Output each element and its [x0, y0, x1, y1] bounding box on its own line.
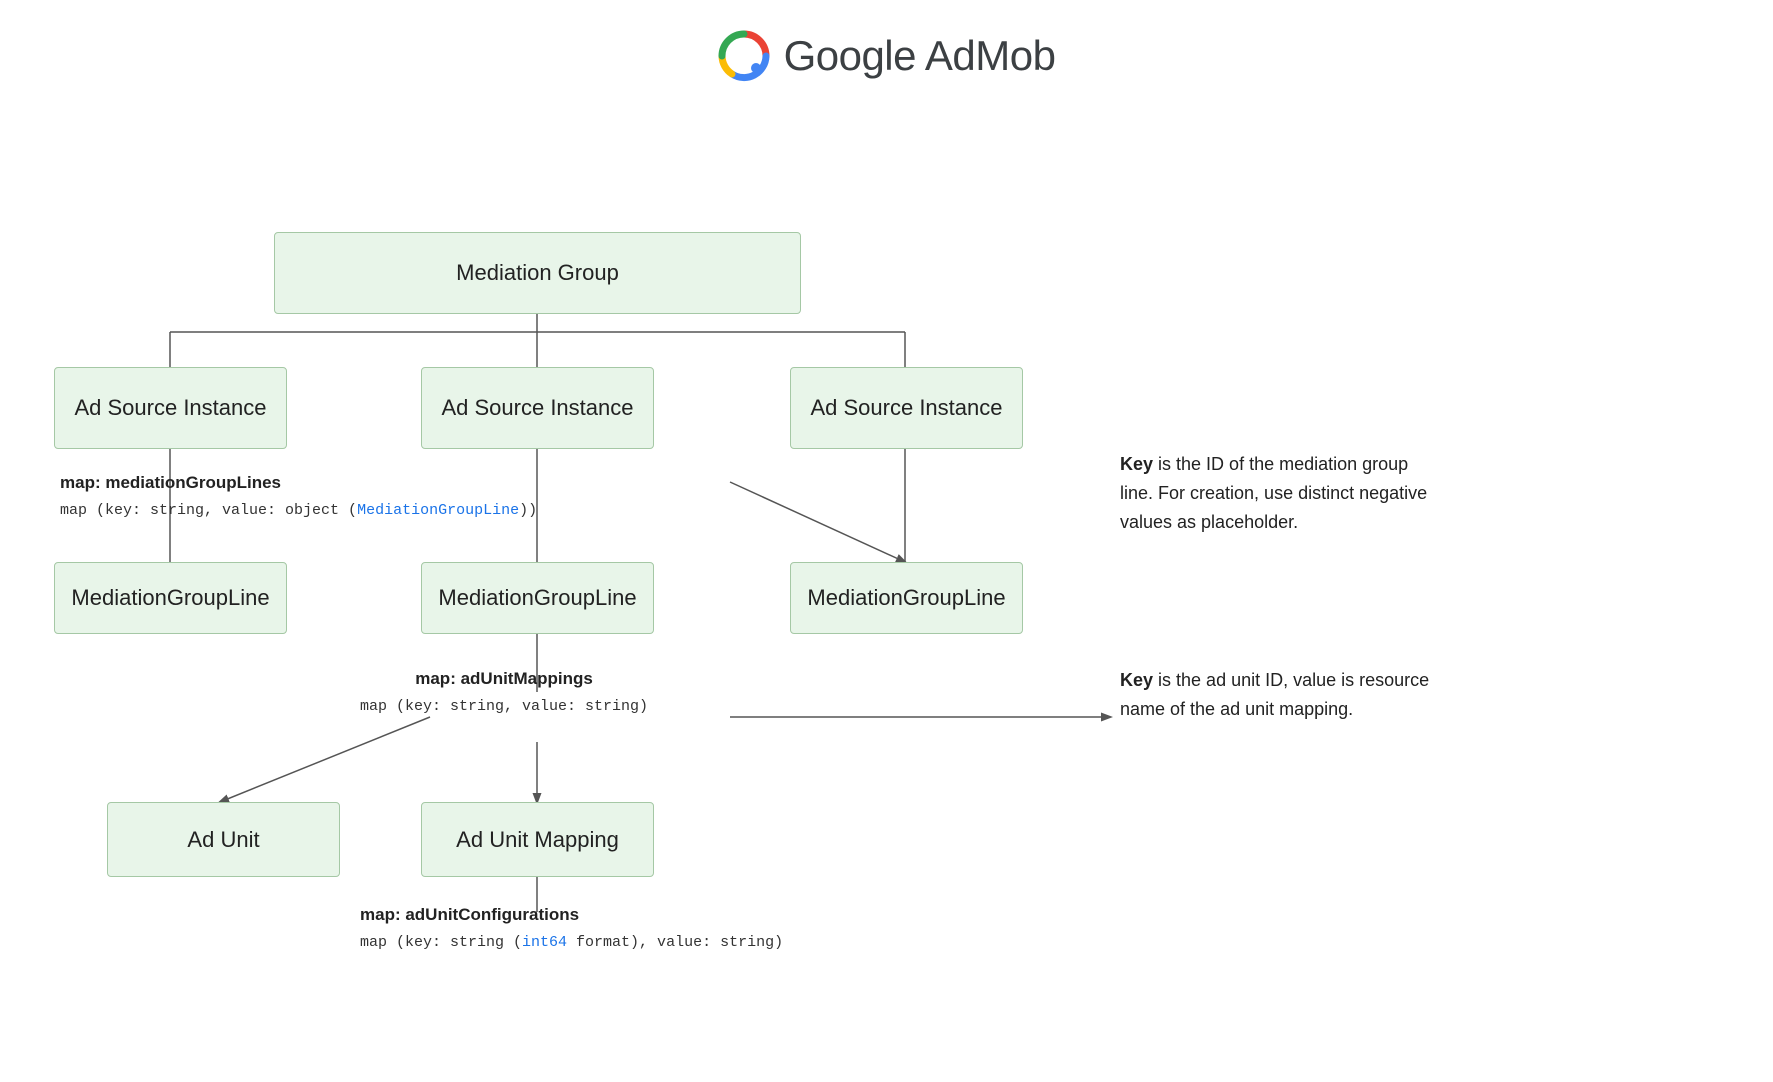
ad-unit-mappings-key-note: Key is the ad unit ID, value is resource…	[1120, 666, 1440, 724]
ad-unit-box: Ad Unit	[107, 802, 340, 877]
mediation-group-line-3-box: MediationGroupLine	[790, 562, 1023, 634]
ad-unit-configurations-annotation: map: adUnitConfigurations map (key: stri…	[360, 902, 783, 954]
ad-source-instance-3-box: Ad Source Instance	[790, 367, 1023, 449]
admob-logo-icon	[718, 30, 770, 82]
ad-source-instance-1-box: Ad Source Instance	[54, 367, 287, 449]
page-header: Google AdMob	[0, 0, 1773, 102]
mediation-group-line-2-box: MediationGroupLine	[421, 562, 654, 634]
mediation-group-line-1-box: MediationGroupLine	[54, 562, 287, 634]
mediation-group-lines-key-note: Key is the ID of the mediation group lin…	[1120, 450, 1440, 536]
ad-unit-mappings-annotation: map: adUnitMappings map (key: string, va…	[360, 666, 648, 718]
mediation-group-lines-annotation: map: mediationGroupLines map (key: strin…	[60, 470, 537, 522]
ad-source-instance-2-box: Ad Source Instance	[421, 367, 654, 449]
ad-unit-mapping-box: Ad Unit Mapping	[421, 802, 654, 877]
diagram-area: Mediation Group Ad Source Instance Ad So…	[0, 102, 1773, 1082]
mediation-group-box: Mediation Group	[274, 232, 801, 314]
page-title: Google AdMob	[784, 32, 1056, 80]
